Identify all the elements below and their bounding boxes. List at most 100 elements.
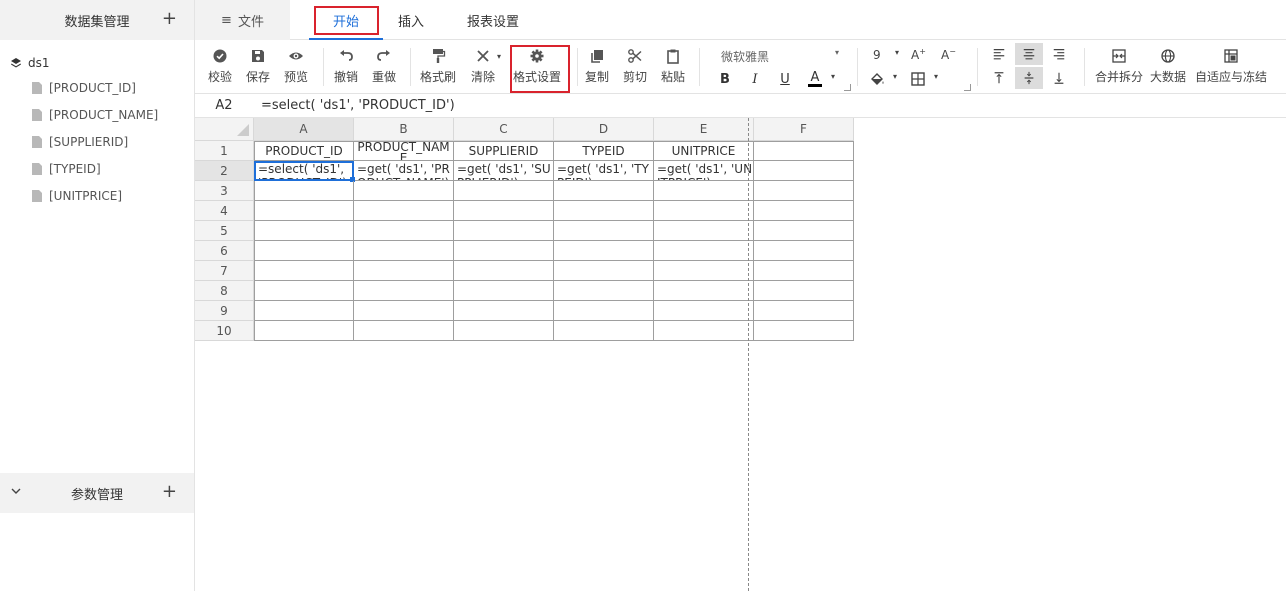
table-cell[interactable] bbox=[254, 241, 354, 261]
table-cell[interactable] bbox=[454, 181, 554, 201]
align-bottom-button[interactable] bbox=[1045, 67, 1073, 89]
table-cell[interactable] bbox=[654, 201, 754, 221]
font-decrease-icon[interactable]: A− bbox=[941, 47, 956, 62]
grid-corner[interactable] bbox=[195, 118, 254, 141]
table-cell[interactable] bbox=[754, 201, 854, 221]
table-cell[interactable] bbox=[254, 301, 354, 321]
tab-report-settings[interactable]: 报表设置 bbox=[453, 0, 533, 40]
table-cell[interactable] bbox=[654, 301, 754, 321]
table-cell[interactable] bbox=[754, 181, 854, 201]
tab-start[interactable]: 开始 bbox=[309, 0, 383, 40]
format-settings-button[interactable]: 格式设置 bbox=[513, 48, 561, 85]
table-cell[interactable] bbox=[754, 241, 854, 261]
column-header[interactable]: A bbox=[254, 118, 354, 141]
font-family-select[interactable]: 微软雅黑 ▾ bbox=[721, 48, 839, 65]
fill-settings-expand-icon[interactable] bbox=[964, 84, 971, 91]
table-cell[interactable] bbox=[554, 201, 654, 221]
font-settings-expand-icon[interactable] bbox=[844, 84, 851, 91]
save-button[interactable]: 保存 bbox=[246, 48, 270, 85]
formula-cell[interactable]: =get( 'ds1', 'PRODUCT_NAME') bbox=[354, 161, 454, 181]
table-cell[interactable] bbox=[654, 181, 754, 201]
font-color-dropdown-icon[interactable]: ▾ bbox=[831, 72, 835, 81]
table-cell[interactable] bbox=[454, 301, 554, 321]
row-header[interactable]: 2 bbox=[195, 161, 254, 181]
tab-insert[interactable]: 插入 bbox=[380, 0, 442, 40]
merge-split-button[interactable]: 合并拆分 bbox=[1095, 48, 1143, 85]
table-cell[interactable] bbox=[554, 221, 654, 241]
table-cell[interactable] bbox=[254, 181, 354, 201]
tree-field-item[interactable]: [TYPEID] bbox=[0, 155, 194, 182]
table-cell[interactable] bbox=[354, 181, 454, 201]
table-header-cell[interactable]: PRODUCT_ID bbox=[254, 141, 354, 161]
formula-cell[interactable] bbox=[754, 161, 854, 181]
table-cell[interactable] bbox=[354, 201, 454, 221]
table-cell[interactable] bbox=[654, 261, 754, 281]
table-header-cell[interactable]: SUPPLIERID bbox=[454, 141, 554, 161]
font-size-select[interactable]: 9 ▾ bbox=[873, 48, 899, 62]
row-header[interactable]: 4 bbox=[195, 201, 254, 221]
table-cell[interactable] bbox=[654, 321, 754, 341]
table-cell[interactable] bbox=[554, 181, 654, 201]
formula-cell[interactable]: =get( 'ds1', 'TYPEID') bbox=[554, 161, 654, 181]
formula-cell-selected[interactable]: =select( 'ds1', 'PRODUCT_ID') bbox=[254, 161, 354, 181]
row-header[interactable]: 9 bbox=[195, 301, 254, 321]
align-middle-button[interactable] bbox=[1015, 67, 1043, 89]
add-dataset-button[interactable]: + bbox=[162, 9, 177, 29]
table-cell[interactable] bbox=[454, 321, 554, 341]
bold-button[interactable]: B bbox=[716, 70, 734, 88]
table-cell[interactable] bbox=[354, 301, 454, 321]
row-header[interactable]: 10 bbox=[195, 321, 254, 341]
font-color-button[interactable]: A bbox=[806, 70, 824, 88]
table-cell[interactable] bbox=[454, 241, 554, 261]
tree-field-item[interactable]: [PRODUCT_ID] bbox=[0, 74, 194, 101]
formula-cell[interactable]: =get( 'ds1', 'SUPPLIERID') bbox=[454, 161, 554, 181]
font-increase-icon[interactable]: A+ bbox=[911, 47, 926, 62]
validate-button[interactable]: 校验 bbox=[208, 48, 232, 85]
column-header[interactable]: F bbox=[754, 118, 854, 141]
param-panel-header[interactable]: 参数管理 + bbox=[0, 473, 194, 513]
table-cell[interactable] bbox=[754, 301, 854, 321]
table-cell[interactable] bbox=[254, 321, 354, 341]
row-header[interactable]: 1 bbox=[195, 141, 254, 161]
row-header[interactable]: 6 bbox=[195, 241, 254, 261]
table-cell[interactable] bbox=[454, 281, 554, 301]
align-left-button[interactable] bbox=[985, 43, 1013, 65]
column-header[interactable]: B bbox=[354, 118, 454, 141]
table-cell[interactable] bbox=[254, 281, 354, 301]
column-header[interactable]: C bbox=[454, 118, 554, 141]
clear-dropdown-icon[interactable]: ▾ bbox=[497, 52, 501, 61]
cell-reference[interactable]: A2 bbox=[195, 98, 253, 113]
table-cell[interactable] bbox=[454, 261, 554, 281]
table-cell[interactable] bbox=[354, 321, 454, 341]
table-cell[interactable] bbox=[754, 261, 854, 281]
copy-button[interactable]: 复制 bbox=[585, 48, 609, 85]
table-cell[interactable] bbox=[654, 221, 754, 241]
tab-file[interactable]: ≡ 文件 bbox=[195, 0, 290, 40]
column-header[interactable]: D bbox=[554, 118, 654, 141]
border-dropdown-icon[interactable]: ▾ bbox=[934, 72, 938, 81]
italic-button[interactable]: I bbox=[746, 70, 764, 88]
table-cell[interactable] bbox=[754, 281, 854, 301]
adaptive-freeze-button[interactable]: 自适应与冻结 bbox=[1195, 48, 1267, 85]
align-top-button[interactable] bbox=[985, 67, 1013, 89]
table-cell[interactable] bbox=[354, 281, 454, 301]
table-cell[interactable] bbox=[554, 241, 654, 261]
big-data-button[interactable]: 大数据 bbox=[1150, 48, 1186, 85]
table-header-cell[interactable]: TYPEID bbox=[554, 141, 654, 161]
table-header-cell[interactable]: UNITPRICE bbox=[654, 141, 754, 161]
fill-color-button[interactable] bbox=[868, 70, 886, 88]
border-button[interactable] bbox=[909, 70, 927, 88]
cut-button[interactable]: 剪切 bbox=[623, 48, 647, 85]
chevron-down-icon[interactable] bbox=[10, 485, 22, 497]
format-painter-button[interactable]: 格式刷 bbox=[420, 48, 456, 85]
table-cell[interactable] bbox=[354, 241, 454, 261]
tree-field-item[interactable]: [UNITPRICE] bbox=[0, 182, 194, 209]
add-param-button[interactable]: + bbox=[162, 482, 177, 502]
align-center-button[interactable] bbox=[1015, 43, 1043, 65]
formula-input[interactable]: =select( 'ds1', 'PRODUCT_ID') bbox=[253, 98, 455, 113]
clear-button[interactable]: 清除 bbox=[471, 48, 495, 85]
table-cell[interactable] bbox=[254, 221, 354, 241]
table-cell[interactable] bbox=[254, 201, 354, 221]
row-header[interactable]: 8 bbox=[195, 281, 254, 301]
paste-button[interactable]: 粘贴 bbox=[661, 48, 685, 85]
